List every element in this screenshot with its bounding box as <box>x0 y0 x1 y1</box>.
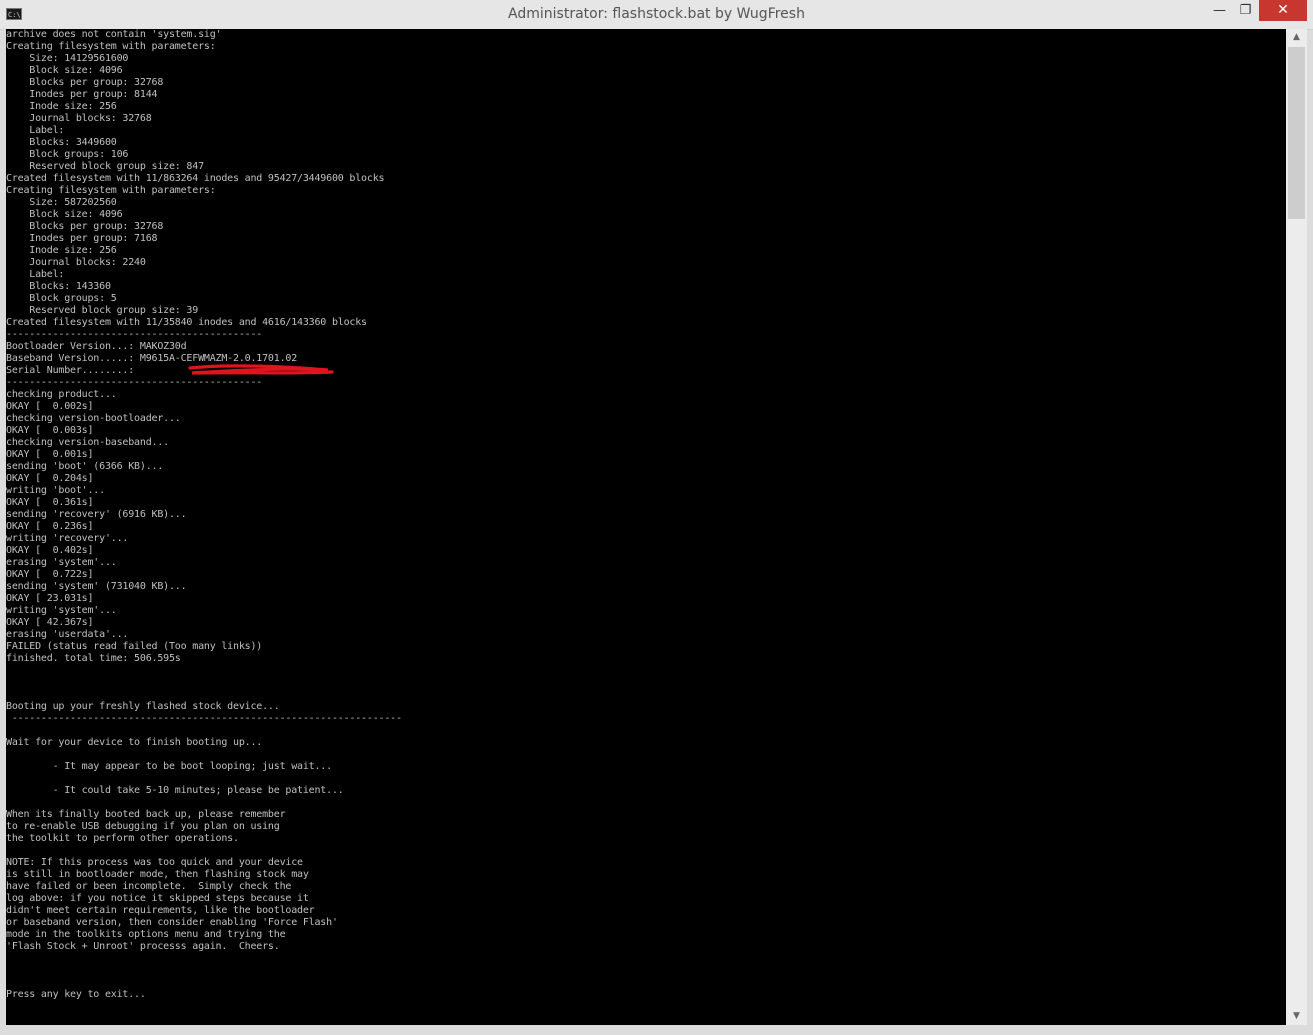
vertical-scrollbar[interactable]: ▲ ▼ <box>1286 29 1307 1025</box>
scroll-up-arrow-icon[interactable]: ▲ <box>1286 29 1307 46</box>
close-button[interactable]: ✕ <box>1259 0 1307 21</box>
scroll-down-arrow-icon[interactable]: ▼ <box>1286 1008 1307 1025</box>
serial-redaction-scribble <box>188 364 334 375</box>
title-bar[interactable]: C:\. Administrator: flashstock.bat by Wu… <box>0 0 1313 30</box>
console-text: archive does not contain 'system.sig' Cr… <box>6 29 402 1000</box>
window-bottom-border <box>0 1025 1313 1035</box>
minimize-button[interactable]: — <box>1206 0 1233 21</box>
window-title: Administrator: flashstock.bat by WugFres… <box>508 6 805 22</box>
console-output[interactable]: archive does not contain 'system.sig' Cr… <box>6 29 1286 1025</box>
restore-button[interactable]: ❐ <box>1232 0 1259 21</box>
scrollbar-thumb[interactable] <box>1288 47 1305 219</box>
